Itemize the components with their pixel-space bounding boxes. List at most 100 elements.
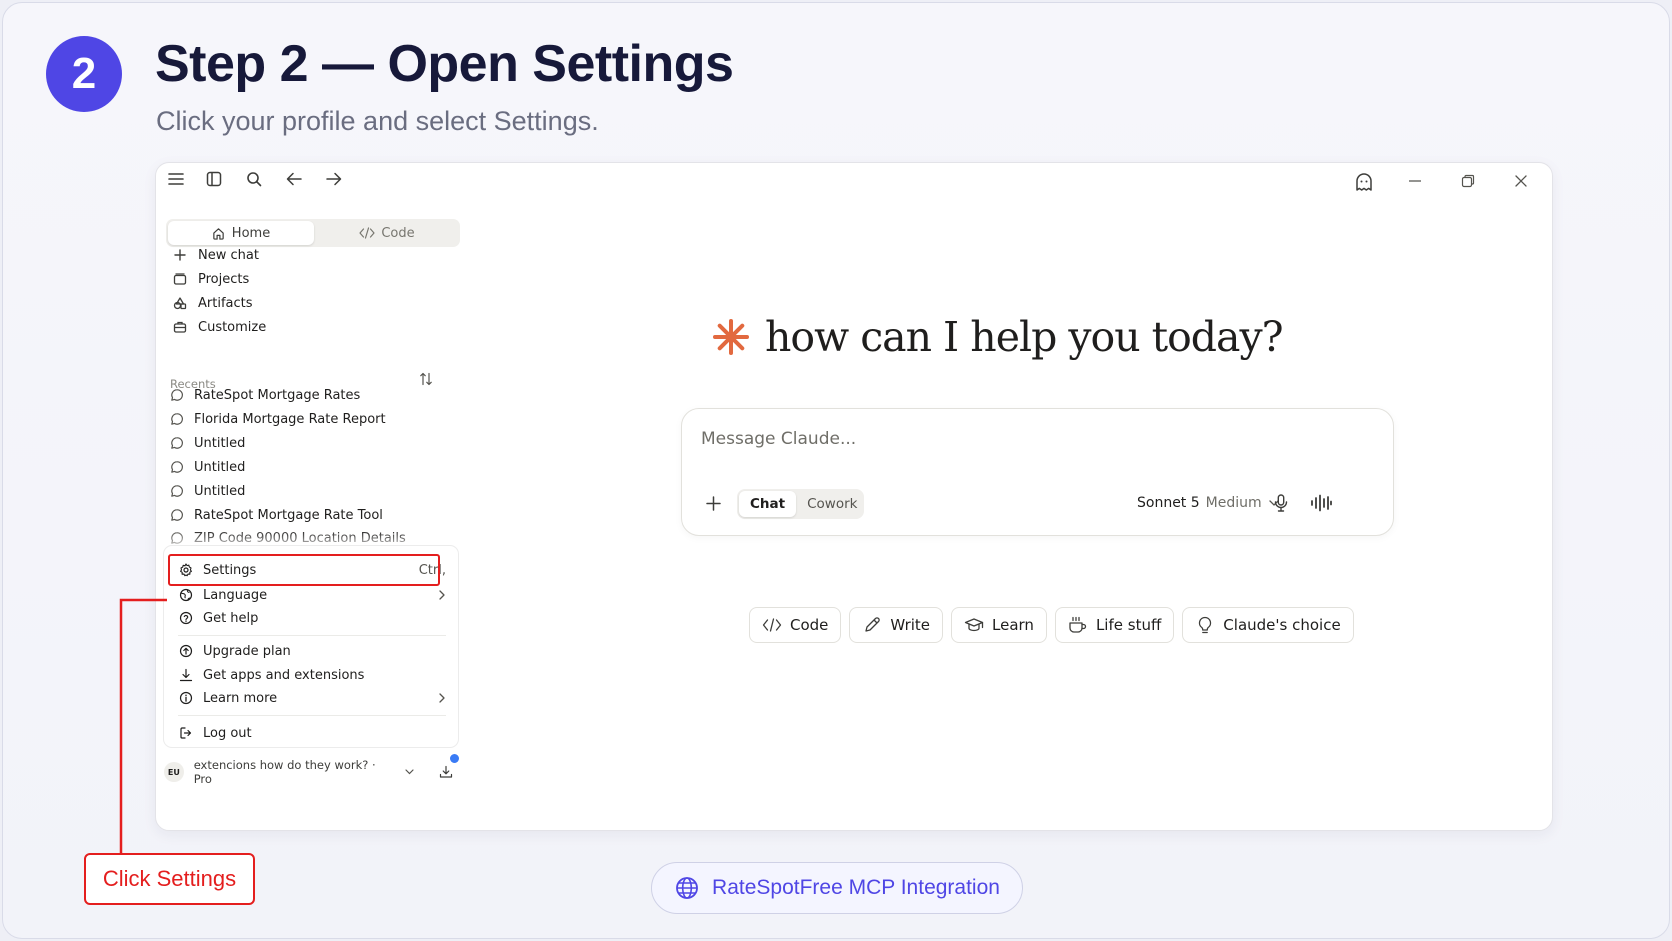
sidebar-item-label: Customize <box>198 319 267 335</box>
recent-chat-item[interactable]: Florida Mortgage Rate Report <box>169 409 386 429</box>
menu-item-label: Learn more <box>203 690 278 706</box>
mode-tabs: Home Code <box>166 219 460 247</box>
voice-waveform-icon[interactable] <box>1308 491 1334 515</box>
sidebar-item-label: Projects <box>198 271 250 287</box>
tab-code[interactable]: Code <box>314 221 460 245</box>
chip-learn[interactable]: Learn <box>951 607 1047 643</box>
globe-icon <box>178 587 194 603</box>
chip-write[interactable]: Write <box>849 607 944 643</box>
code-icon <box>762 615 782 635</box>
sidebar-item-customize[interactable]: Customize <box>172 316 266 338</box>
coffee-cup-icon <box>1068 615 1088 635</box>
message-composer[interactable]: Message Claude... Chat Cowork Sonnet 5 M… <box>681 408 1394 536</box>
chat-bubble-icon <box>169 530 185 546</box>
menu-item-label: Log out <box>203 725 252 741</box>
recent-chat-title: RateSpot Mortgage Rate Tool <box>194 507 383 523</box>
restore-window-icon[interactable] <box>1456 169 1480 193</box>
pencil-icon <box>862 615 882 635</box>
microphone-icon[interactable] <box>1269 491 1293 515</box>
recent-chat-item[interactable]: Untitled <box>169 433 245 453</box>
chat-mode-toggle: Chat Cowork <box>737 489 864 519</box>
menu-item-label: Language <box>203 587 268 603</box>
minimize-window-icon[interactable] <box>1403 169 1427 193</box>
sidebar-toggle-icon[interactable] <box>202 167 226 191</box>
chat-bubble-icon <box>169 483 185 499</box>
settings-highlight-box <box>168 554 440 586</box>
click-settings-callout: Click Settings <box>84 853 255 905</box>
attach-plus-icon[interactable] <box>702 492 724 514</box>
chat-bubble-icon <box>169 507 185 523</box>
recent-chat-item[interactable]: RateSpot Mortgage Rate Tool <box>169 505 383 525</box>
app-window: Home Code New chat Projects Artifacts Cu… <box>155 162 1553 831</box>
menu-item-log-out[interactable]: Log out <box>178 722 446 744</box>
chevron-right-icon <box>438 589 446 601</box>
greeting: how can I help you today? <box>711 305 1284 369</box>
chip-life-stuff[interactable]: Life stuff <box>1054 607 1175 643</box>
greeting-text: how can I help you today? <box>765 313 1284 361</box>
menu-item-get-apps[interactable]: Get apps and extensions <box>178 664 446 686</box>
ghost-incognito-icon[interactable] <box>1351 169 1377 195</box>
code-icon <box>359 226 375 240</box>
chat-bubble-icon <box>169 435 185 451</box>
tab-home-label: Home <box>231 225 271 241</box>
menu-divider <box>178 715 446 716</box>
avatar: EU <box>164 762 184 782</box>
sort-filter-icon[interactable] <box>416 369 436 389</box>
sidebar-item-new-chat[interactable]: New chat <box>172 244 259 266</box>
chip-label: Write <box>890 616 931 634</box>
help-circle-icon <box>178 610 194 626</box>
suggestion-chips: Code Write Learn Life stuff Claude's cho… <box>749 607 1354 643</box>
close-window-icon[interactable] <box>1509 169 1533 193</box>
profile-menu: Settings Ctrl, Language Get help Upgrade… <box>164 546 458 747</box>
hamburger-menu-icon[interactable] <box>164 167 188 191</box>
home-icon <box>212 226 226 240</box>
notification-dot <box>450 754 459 763</box>
sidebar-item-label: Artifacts <box>198 295 253 311</box>
plus-icon <box>172 247 188 263</box>
step-number-badge: 2 <box>46 36 122 112</box>
menu-item-get-help[interactable]: Get help <box>178 607 446 629</box>
integration-badge: RateSpotFree MCP Integration <box>651 862 1023 914</box>
claude-spark-icon <box>711 317 751 357</box>
chevron-down-icon <box>404 767 414 777</box>
briefcase-icon <box>172 319 188 335</box>
recent-chat-title: Florida Mortgage Rate Report <box>194 411 386 427</box>
sidebar-item-artifacts[interactable]: Artifacts <box>172 292 253 314</box>
menu-item-label: Get apps and extensions <box>203 667 365 683</box>
message-input[interactable]: Message Claude... <box>701 429 856 449</box>
tab-home[interactable]: Home <box>168 221 314 245</box>
tab-code-label: Code <box>381 225 415 241</box>
menu-item-upgrade-plan[interactable]: Upgrade plan <box>178 640 446 662</box>
user-profile-button[interactable]: EU extencions how do they work? · Pro <box>164 757 454 787</box>
chip-label: Claude's choice <box>1223 616 1341 634</box>
info-icon <box>178 690 194 706</box>
chip-label: Life stuff <box>1095 616 1162 634</box>
recent-chat-item[interactable]: RateSpot Mortgage Rates <box>169 385 360 405</box>
download-icon <box>178 667 194 683</box>
step-subtitle: Click your profile and select Settings. <box>156 106 599 136</box>
back-arrow-icon[interactable] <box>282 167 306 191</box>
menu-item-language[interactable]: Language <box>178 584 446 606</box>
menu-item-label: Upgrade plan <box>203 643 291 659</box>
chat-bubble-icon <box>169 459 185 475</box>
user-plan-label: extencions how do they work? · Pro <box>193 758 376 786</box>
menu-divider <box>178 635 446 636</box>
globe-icon <box>674 875 700 901</box>
model-selector[interactable]: Sonnet 5 Medium <box>1137 495 1280 511</box>
download-icon[interactable] <box>438 764 454 780</box>
model-effort: Medium <box>1205 495 1262 511</box>
recent-chat-item[interactable]: ZIP Code 90000 Location Details <box>169 528 406 548</box>
mode-chat[interactable]: Chat <box>739 491 797 517</box>
sidebar-item-projects[interactable]: Projects <box>172 268 249 290</box>
recent-chat-item[interactable]: Untitled <box>169 481 245 501</box>
search-icon[interactable] <box>242 167 266 191</box>
recent-chat-item[interactable]: Untitled <box>169 457 245 477</box>
log-out-icon <box>178 725 194 741</box>
lightbulb-icon <box>1195 615 1215 635</box>
chat-bubble-icon <box>169 387 185 403</box>
mode-cowork[interactable]: Cowork <box>796 491 868 517</box>
chip-claudes-choice[interactable]: Claude's choice <box>1182 607 1354 643</box>
menu-item-learn-more[interactable]: Learn more <box>178 687 446 709</box>
forward-arrow-icon[interactable] <box>322 167 346 191</box>
chip-code[interactable]: Code <box>749 607 842 643</box>
